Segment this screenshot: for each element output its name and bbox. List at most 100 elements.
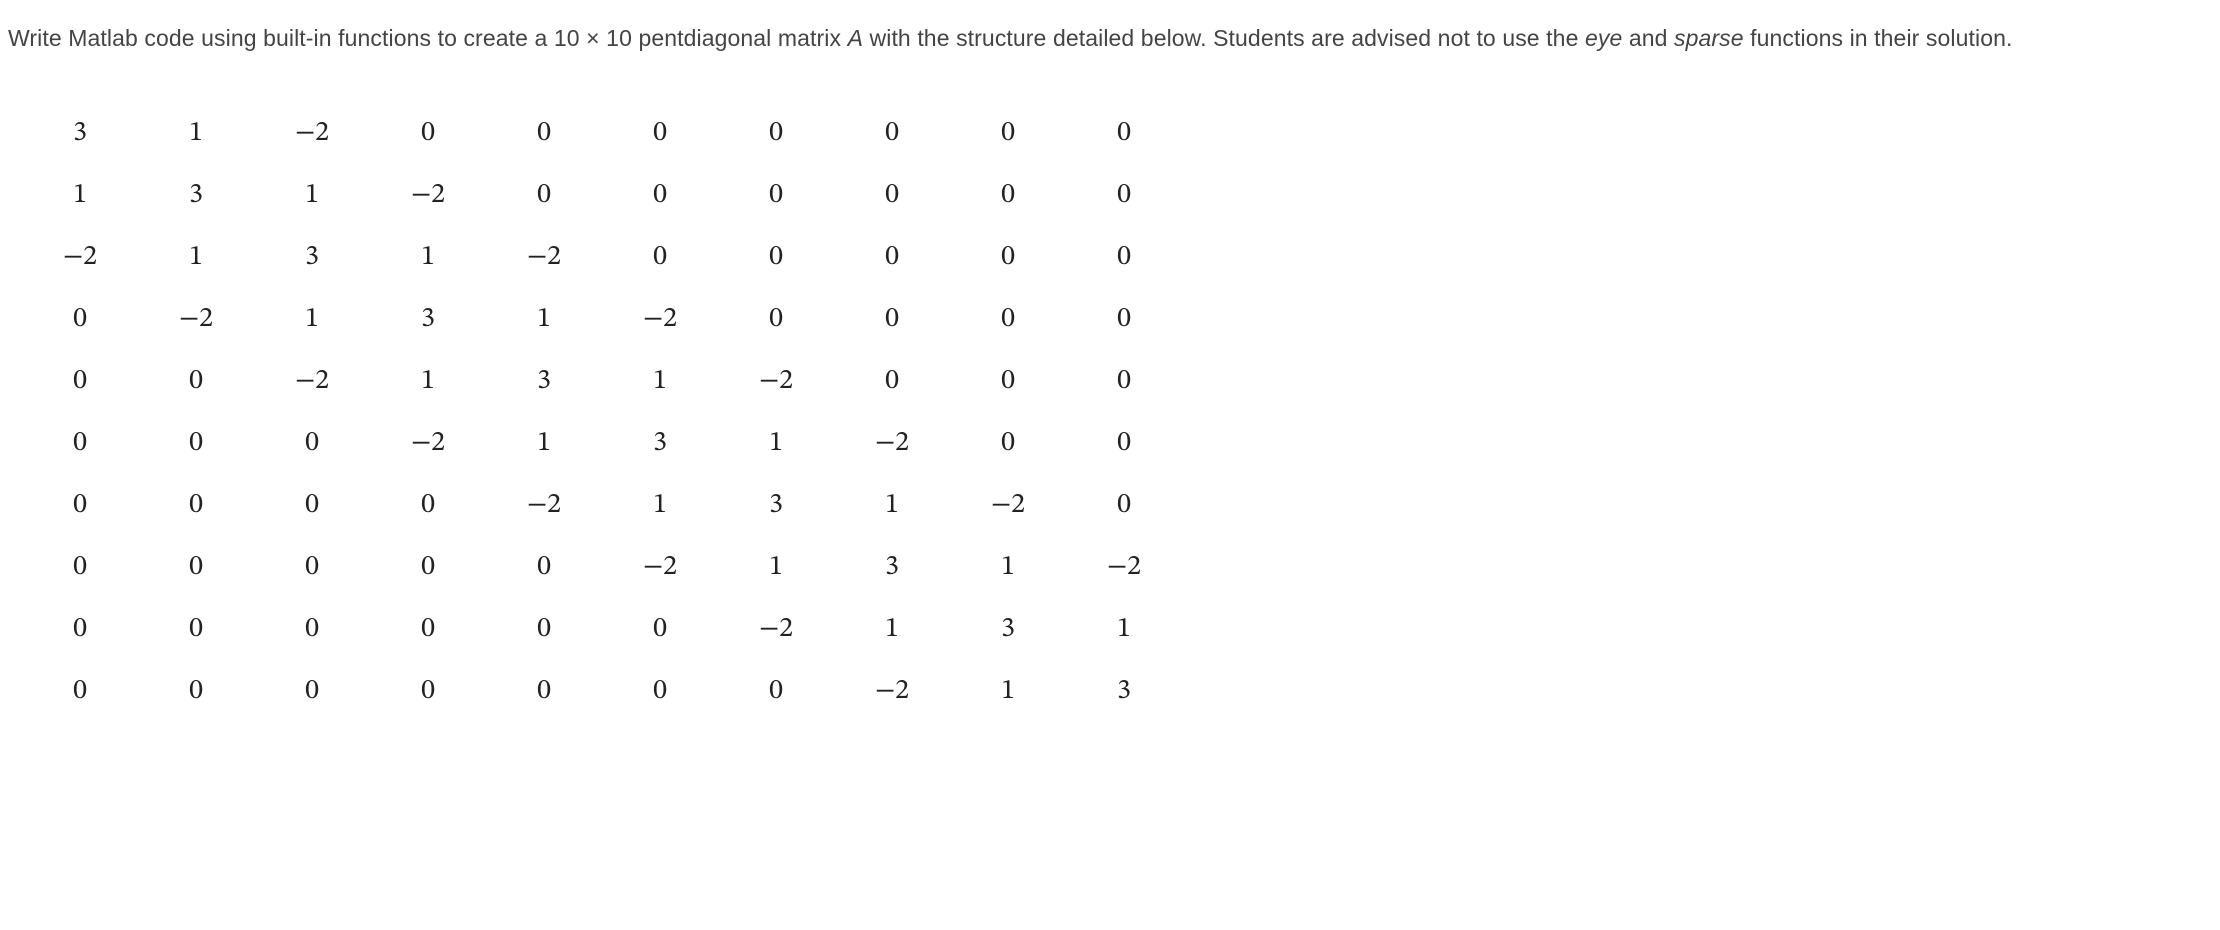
matrix-cell: 0	[22, 599, 138, 661]
matrix-cell: 0	[486, 599, 602, 661]
matrix-cell: 0	[138, 599, 254, 661]
matrix-cell: 0	[1066, 289, 1182, 351]
matrix-row: 0000−2131−20	[22, 475, 1182, 537]
matrix-cell: 1	[602, 475, 718, 537]
matrix-cell: 0	[254, 413, 370, 475]
prompt-text-1: Write Matlab code using built-in functio…	[8, 25, 586, 51]
matrix-cell: 0	[602, 103, 718, 165]
matrix-cell: 1	[834, 599, 950, 661]
matrix-cell: −2	[834, 661, 950, 723]
matrix-cell: 0	[254, 537, 370, 599]
matrix-cell: 0	[718, 103, 834, 165]
matrix-cell: 1	[950, 661, 1066, 723]
sparse-func: sparse	[1674, 25, 1744, 51]
matrix-cell: −2	[834, 413, 950, 475]
matrix-cell: 0	[834, 351, 950, 413]
matrix-cell: 0	[834, 165, 950, 227]
matrix-row: 31−20000000	[22, 103, 1182, 165]
matrix-row: −2131−200000	[22, 227, 1182, 289]
matrix-cell: 0	[138, 661, 254, 723]
matrix-cell: −2	[138, 289, 254, 351]
matrix-cell: 1	[486, 289, 602, 351]
matrix-cell: −2	[254, 103, 370, 165]
matrix-row: 00−2131−2000	[22, 351, 1182, 413]
matrix-cell: 0	[370, 475, 486, 537]
matrix-row: 0000000−213	[22, 661, 1182, 723]
matrix-cell: 0	[254, 661, 370, 723]
matrix-cell: 0	[718, 227, 834, 289]
matrix-cell: 0	[370, 599, 486, 661]
matrix-cell: 0	[950, 351, 1066, 413]
matrix-cell: 0	[254, 475, 370, 537]
matrix-cell: 3	[22, 103, 138, 165]
matrix-row: 00000−2131−2	[22, 537, 1182, 599]
matrix-body: 31−20000000131−2000000−2131−2000000−2131…	[22, 103, 1182, 723]
matrix-cell: 1	[254, 165, 370, 227]
matrix-cell: −2	[486, 227, 602, 289]
matrix-cell: 0	[22, 537, 138, 599]
matrix-cell: −2	[602, 289, 718, 351]
matrix-cell: 0	[718, 661, 834, 723]
matrix-cell: 3	[370, 289, 486, 351]
matrix-cell: 3	[718, 475, 834, 537]
matrix-cell: 0	[602, 227, 718, 289]
matrix-cell: 0	[834, 227, 950, 289]
matrix-cell: 1	[138, 227, 254, 289]
matrix-cell: 0	[950, 165, 1066, 227]
matrix-cell: 1	[602, 351, 718, 413]
matrix-cell: 0	[138, 537, 254, 599]
matrix-cell: 0	[22, 475, 138, 537]
matrix-row: 0−2131−20000	[22, 289, 1182, 351]
matrix-cell: 1	[950, 537, 1066, 599]
matrix-cell: 0	[718, 165, 834, 227]
matrix-cell: 1	[718, 413, 834, 475]
matrix-row: 000−2131−200	[22, 413, 1182, 475]
matrix-cell: 3	[1066, 661, 1182, 723]
prompt-text-3: with the structure detailed below. Stude…	[863, 25, 1585, 51]
matrix-cell: 3	[138, 165, 254, 227]
pentadiagonal-matrix: 31−20000000131−2000000−2131−2000000−2131…	[22, 103, 1182, 723]
matrix-cell: 0	[138, 351, 254, 413]
matrix-cell: 1	[22, 165, 138, 227]
matrix-cell: −2	[718, 351, 834, 413]
matrix-cell: 1	[370, 351, 486, 413]
matrix-cell: 3	[486, 351, 602, 413]
matrix-cell: 0	[950, 227, 1066, 289]
matrix-cell: 3	[602, 413, 718, 475]
matrix-cell: 1	[1066, 599, 1182, 661]
matrix-cell: −2	[950, 475, 1066, 537]
matrix-cell: 0	[602, 661, 718, 723]
matrix-cell: 0	[950, 103, 1066, 165]
matrix-cell: 0	[1066, 413, 1182, 475]
matrix-cell: −2	[1066, 537, 1182, 599]
document-root: Write Matlab code using built-in functio…	[0, 0, 2220, 723]
matrix-cell: 3	[834, 537, 950, 599]
matrix-cell: 0	[602, 165, 718, 227]
matrix-cell: 0	[950, 289, 1066, 351]
matrix-cell: 1	[718, 537, 834, 599]
matrix-cell: 0	[1066, 165, 1182, 227]
matrix-cell: 0	[138, 475, 254, 537]
matrix-cell: 0	[486, 165, 602, 227]
matrix-cell: 0	[1066, 351, 1182, 413]
matrix-cell: 0	[22, 413, 138, 475]
matrix-cell: −2	[370, 165, 486, 227]
matrix-cell: 0	[1066, 103, 1182, 165]
matrix-name: A	[848, 25, 863, 51]
matrix-cell: 1	[254, 289, 370, 351]
matrix-cell: 0	[1066, 227, 1182, 289]
matrix-container: 31−20000000131−2000000−2131−2000000−2131…	[22, 103, 2212, 723]
matrix-cell: 0	[22, 289, 138, 351]
prompt-text-4: functions in their solution.	[1744, 25, 2013, 51]
matrix-cell: 0	[834, 103, 950, 165]
matrix-cell: 0	[1066, 475, 1182, 537]
matrix-cell: −2	[254, 351, 370, 413]
matrix-cell: 0	[370, 103, 486, 165]
matrix-cell: 0	[602, 599, 718, 661]
matrix-cell: 3	[254, 227, 370, 289]
matrix-cell: 1	[370, 227, 486, 289]
matrix-cell: 0	[370, 661, 486, 723]
matrix-cell: 1	[486, 413, 602, 475]
matrix-cell: 0	[22, 351, 138, 413]
matrix-cell: 0	[486, 103, 602, 165]
